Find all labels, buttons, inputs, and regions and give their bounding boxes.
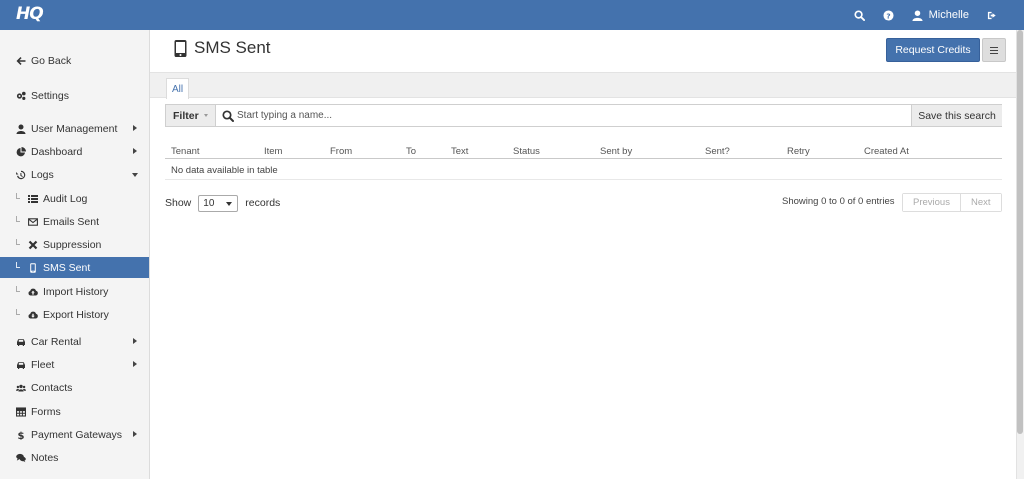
column-header-retry[interactable]: Retry [787, 146, 810, 157]
previous-page-button[interactable]: Previous [903, 194, 960, 211]
mobile-icon [174, 39, 187, 57]
chevron-right-icon [133, 361, 137, 367]
sidebar-item-import-history[interactable]: Import History [0, 281, 149, 302]
column-header-item[interactable]: Item [264, 146, 282, 157]
column-header-tenant[interactable]: Tenant [171, 146, 200, 157]
tree-elbow [16, 286, 20, 292]
sidebar-item-car-rental[interactable]: Car Rental [0, 331, 149, 352]
scrollbar-thumb[interactable] [1017, 30, 1023, 434]
tab-all[interactable]: All [166, 78, 190, 99]
top-bar-actions: ? Michelle [836, 0, 998, 30]
help-icon[interactable]: ? [883, 9, 894, 21]
car-icon [16, 337, 26, 347]
save-search-button[interactable]: Save this search [911, 105, 1002, 126]
chevron-right-icon [133, 125, 137, 131]
page-size-select[interactable]: 10 [198, 194, 239, 212]
cloud-upload-icon [28, 287, 38, 297]
sms-table: Tenant Item From To Text Status Sent by … [165, 143, 1002, 180]
tree-elbow [16, 239, 20, 245]
next-page-button[interactable]: Next [959, 194, 1001, 211]
times-icon [28, 240, 38, 250]
user-icon [16, 124, 26, 134]
sidebar-item-emails-sent[interactable]: Emails Sent [0, 211, 149, 232]
column-header-created-at[interactable]: Created At [864, 146, 909, 157]
user-name: Michelle [928, 9, 969, 21]
page-header: SMS Sent Request Credits [150, 30, 1016, 72]
sidebar-item-sms-sent[interactable]: SMS Sent [0, 257, 149, 278]
sidebar-item-settings[interactable]: Settings [0, 85, 149, 106]
empty-table-message: No data available in table [171, 165, 278, 176]
caret-down-icon [226, 201, 233, 206]
column-header-to[interactable]: To [406, 146, 416, 157]
sign-out-icon[interactable] [987, 10, 998, 21]
tree-elbow [16, 216, 20, 222]
gears-icon [16, 91, 26, 101]
sidebar-item-dashboard[interactable]: Dashboard [0, 141, 149, 162]
table-icon [16, 406, 26, 417]
request-credits-button[interactable]: Request Credits [886, 38, 980, 62]
table-info: Showing 0 to 0 of 0 entries [782, 196, 895, 207]
tab-strip: All [150, 72, 1016, 99]
users-icon [16, 383, 26, 393]
filter-dropdown-button[interactable]: Filter [166, 105, 216, 126]
caret-down-icon [203, 114, 208, 117]
sidebar-item-notes[interactable]: Notes [0, 447, 149, 468]
cloud-download-icon [28, 310, 38, 320]
tree-elbow [16, 193, 20, 199]
sidebar-item-audit-log[interactable]: Audit Log [0, 188, 149, 209]
table-header: Tenant Item From To Text Status Sent by … [165, 143, 1002, 159]
sidebar-item-go-back[interactable]: Go Back [0, 50, 149, 71]
chevron-right-icon [133, 148, 137, 154]
sidebar-item-suppression[interactable]: Suppression [0, 234, 149, 255]
sidebar-item-fleet[interactable]: Fleet [0, 354, 149, 375]
pie-chart-icon [16, 146, 26, 157]
chevron-right-icon [133, 431, 137, 437]
column-header-status[interactable]: Status [513, 146, 540, 157]
table-row: No data available in table [165, 159, 1002, 180]
search-icon[interactable] [854, 9, 865, 21]
search-input[interactable] [237, 106, 907, 125]
hamburger-menu-button[interactable] [982, 38, 1006, 62]
sidebar-item-forms[interactable]: Forms [0, 401, 149, 422]
filter-bar: Filter Save this search [165, 104, 1002, 127]
sidebar-item-contacts[interactable]: Contacts [0, 377, 149, 398]
column-header-sent-by[interactable]: Sent by [600, 146, 632, 157]
page-title: SMS Sent [174, 38, 271, 58]
mobile-icon [28, 262, 38, 273]
list-icon [28, 194, 38, 204]
sidebar-item-payment-gateways[interactable]: $ Payment Gateways [0, 424, 149, 445]
sidebar: Go Back Settings User Management Dashboa… [0, 30, 150, 479]
chevron-right-icon [133, 338, 137, 344]
pagination: Previous Next [902, 193, 1002, 212]
column-header-sent[interactable]: Sent? [705, 146, 730, 157]
main-content: SMS Sent Request Credits All Filter Save… [150, 30, 1024, 479]
search-icon [222, 110, 234, 122]
top-bar: HQ ? Michelle [0, 0, 1024, 30]
car-icon [16, 360, 26, 370]
arrow-left-icon [16, 56, 26, 66]
column-header-text[interactable]: Text [451, 146, 468, 157]
logo[interactable]: HQ [16, 4, 44, 24]
tree-elbow [16, 262, 20, 268]
svg-text:?: ? [886, 11, 890, 20]
svg-text:$: $ [18, 431, 25, 440]
envelope-icon [28, 217, 38, 227]
column-header-from[interactable]: From [330, 146, 352, 157]
user-menu[interactable]: Michelle [912, 9, 969, 21]
comments-icon [16, 453, 26, 463]
tree-elbow [16, 309, 20, 315]
sidebar-item-user-management[interactable]: User Management [0, 118, 149, 139]
user-icon [912, 9, 923, 21]
dollar-icon: $ [16, 430, 26, 440]
sidebar-item-logs[interactable]: Logs [0, 164, 149, 185]
sidebar-item-export-history[interactable]: Export History [0, 304, 149, 325]
history-icon [16, 170, 26, 180]
page-size-control: Show 10 records [165, 194, 280, 212]
chevron-down-icon [132, 173, 138, 177]
menu-icon [990, 46, 998, 48]
